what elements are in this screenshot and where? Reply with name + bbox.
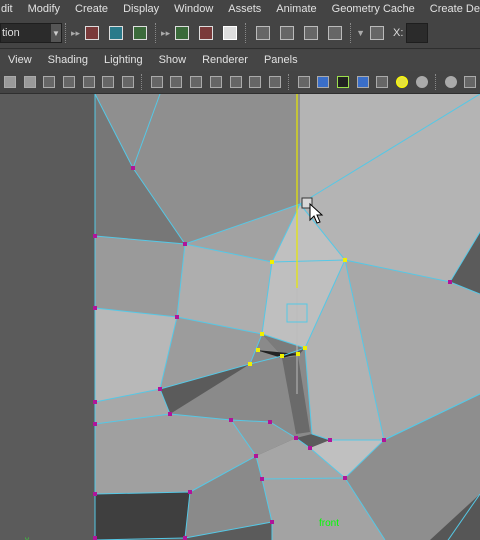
gate-mask-icon[interactable] <box>207 73 225 91</box>
safe-action-icon[interactable] <box>246 73 264 91</box>
separator <box>245 23 248 43</box>
chevron-down-icon[interactable]: ▼ <box>51 24 61 42</box>
field-chart-icon[interactable] <box>227 73 245 91</box>
separator <box>140 74 144 90</box>
separator <box>287 74 291 90</box>
grid-2d-icon[interactable] <box>80 73 98 91</box>
panel-menu-lighting[interactable]: Lighting <box>96 50 151 71</box>
panel-menu-shading[interactable]: Shading <box>40 50 96 71</box>
smooth-shade-icon[interactable] <box>314 73 332 91</box>
bookmark-icon[interactable] <box>40 73 58 91</box>
high-quality-icon[interactable] <box>442 73 460 91</box>
collapse-arrows-icon[interactable]: ▸▸ <box>71 28 80 39</box>
grease-pencil-icon[interactable] <box>119 73 137 91</box>
safe-title-icon[interactable] <box>266 73 284 91</box>
x-field[interactable] <box>406 23 429 43</box>
select-by-component-icon[interactable] <box>130 23 150 43</box>
panel-menu-renderer[interactable]: Renderer <box>194 50 256 71</box>
separator <box>155 23 158 43</box>
menu-display[interactable]: Display <box>116 0 167 18</box>
textured-icon[interactable] <box>374 73 392 91</box>
output-connections-icon[interactable] <box>196 23 216 43</box>
panel-menu-panels[interactable]: Panels <box>256 50 306 71</box>
menu-create-deformers[interactable]: Create Defo <box>423 0 480 18</box>
shadows-icon[interactable] <box>413 73 431 91</box>
collapse-arrows-icon[interactable]: ▸▸ <box>161 28 170 39</box>
viewport-scene[interactable] <box>0 94 480 540</box>
menu-modify[interactable]: Modify <box>21 0 68 18</box>
separator <box>350 23 353 43</box>
main-menubar: dit Modify Create Display Window Assets … <box>0 0 480 19</box>
status-line: tion ▼ ▸▸ ▸▸ ▼ X: <box>0 18 480 49</box>
chevron-down-icon[interactable]: ▼ <box>356 28 365 38</box>
axis-y-label: y <box>25 535 29 540</box>
wireframe-on-shaded-icon[interactable] <box>334 73 352 91</box>
menu-set-select[interactable]: tion ▼ <box>0 23 62 43</box>
view-axis-icon: y x <box>25 535 29 540</box>
camera-select-icon[interactable] <box>1 73 19 91</box>
input-connections-icon[interactable] <box>172 23 192 43</box>
wireframe-icon[interactable] <box>295 73 313 91</box>
menu-set-value: tion <box>2 27 20 39</box>
panel-menubar: View Shading Lighting Show Renderer Pane… <box>0 50 480 71</box>
x-field-label: X: <box>393 27 404 39</box>
use-all-lights-icon[interactable] <box>393 73 411 91</box>
camera-attributes-icon[interactable] <box>21 73 39 91</box>
select-by-object-type-icon[interactable] <box>106 23 126 43</box>
menu-animate[interactable]: Animate <box>269 0 324 18</box>
viewport-panel[interactable]: View Shading Lighting Show Renderer Pane… <box>0 50 480 540</box>
xray-icon[interactable] <box>354 73 372 91</box>
separator <box>65 23 68 43</box>
panel-menu-view[interactable]: View <box>0 50 40 71</box>
render-settings-icon[interactable] <box>301 23 321 43</box>
menu-create[interactable]: Create <box>68 0 116 18</box>
construction-history-icon[interactable] <box>220 23 240 43</box>
menu-window[interactable]: Window <box>167 0 221 18</box>
separator <box>434 74 438 90</box>
menu-geometry-cache[interactable]: Geometry Cache <box>325 0 423 18</box>
camera-name-label: front <box>319 518 340 529</box>
panel-toolbar <box>0 71 480 94</box>
image-plane-icon[interactable] <box>60 73 78 91</box>
pan-zoom-icon[interactable] <box>100 73 118 91</box>
resolution-gate-icon[interactable] <box>187 73 205 91</box>
render-frame-icon[interactable] <box>253 23 273 43</box>
grid-toggle-icon[interactable] <box>148 73 166 91</box>
hypershade-icon[interactable] <box>325 23 345 43</box>
film-gate-icon[interactable] <box>168 73 186 91</box>
select-by-hierarchy-icon[interactable] <box>82 23 102 43</box>
ipr-render-icon[interactable] <box>277 23 297 43</box>
transform-input-icon[interactable] <box>367 23 387 43</box>
menu-edit[interactable]: dit <box>0 0 21 18</box>
menu-assets[interactable]: Assets <box>221 0 269 18</box>
panel-menu-show[interactable]: Show <box>151 50 195 71</box>
isolate-select-icon[interactable] <box>461 73 479 91</box>
